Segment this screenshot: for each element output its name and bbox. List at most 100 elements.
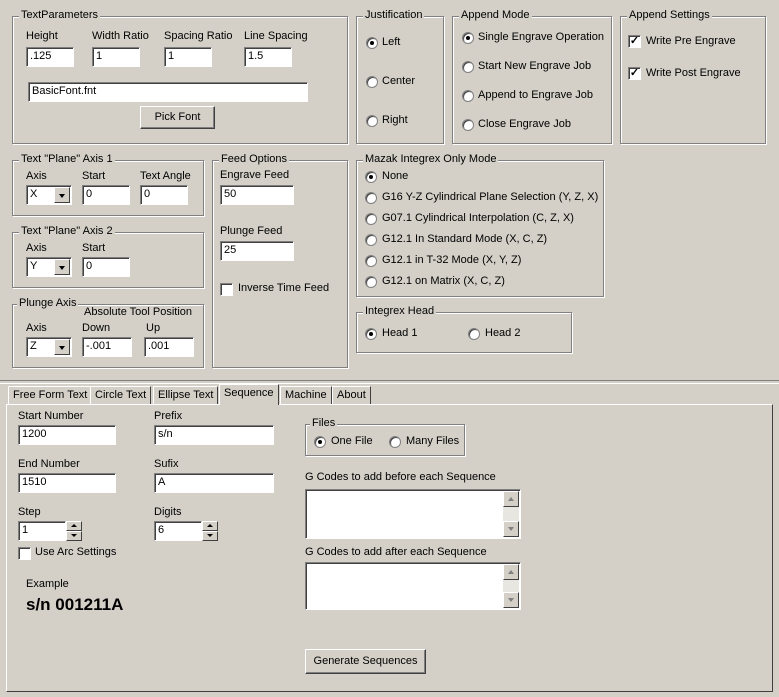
digits-input[interactable]: 6 <box>154 521 202 541</box>
axis1-axis-select[interactable]: X <box>26 185 72 205</box>
append-close-label: Close Engrave Job <box>478 118 571 130</box>
suffix-input[interactable]: A <box>154 473 274 493</box>
width-ratio-input[interactable]: 1 <box>92 47 140 67</box>
write-pre-checkbox[interactable]: ✓ <box>628 35 641 48</box>
axis1-angle-input[interactable]: 0 <box>140 185 188 205</box>
example-value: s/n 001211A <box>26 595 124 614</box>
spacing-ratio-input[interactable]: 1 <box>164 47 212 67</box>
head2-radio[interactable] <box>468 328 480 340</box>
inverse-time-checkbox[interactable] <box>220 283 233 296</box>
chevron-down-icon[interactable] <box>54 339 70 355</box>
append-start-new-radio[interactable] <box>462 61 474 73</box>
use-arc-checkbox[interactable] <box>18 547 31 560</box>
step-spinner[interactable] <box>66 521 82 541</box>
justify-center-radio[interactable] <box>366 76 378 88</box>
before-sequence-label: G Codes to add before each Sequence <box>305 471 496 483</box>
plunge-axis-label: Axis <box>26 322 47 334</box>
tab-about[interactable]: About <box>332 386 371 404</box>
append-close-radio[interactable] <box>462 119 474 131</box>
prefix-label: Prefix <box>154 410 183 422</box>
chevron-down-icon[interactable] <box>54 259 70 275</box>
before-sequence-textarea[interactable] <box>305 489 521 539</box>
up-label: Up <box>146 322 161 334</box>
axis2-title: Text "Plane" Axis 2 <box>19 225 115 237</box>
end-number-input[interactable]: 1510 <box>18 473 116 493</box>
justification-title: Justification <box>363 9 425 21</box>
tab-free-form-text[interactable]: Free Form Text <box>8 386 93 404</box>
tab-strip-divider <box>0 380 779 384</box>
axis2-axis-select[interactable]: Y <box>26 257 72 277</box>
scroll-up-icon[interactable] <box>503 491 519 507</box>
scroll-up-icon[interactable] <box>503 564 519 580</box>
up-input[interactable]: .001 <box>144 337 194 357</box>
mazak-g16-radio[interactable] <box>365 192 377 204</box>
pick-font-button[interactable]: Pick Font <box>140 106 215 129</box>
axis1-start-input[interactable]: 0 <box>82 185 130 205</box>
mazak-g121-standard-label: G12.1 In Standard Mode (X, C, Z) <box>382 233 548 245</box>
spin-up-icon[interactable] <box>202 521 218 531</box>
scroll-down-icon[interactable] <box>503 521 519 537</box>
append-single-radio[interactable] <box>462 32 474 44</box>
width-ratio-label: Width Ratio <box>92 30 149 42</box>
scroll-down-icon[interactable] <box>503 592 519 608</box>
font-file-input[interactable]: BasicFont.fnt <box>28 82 308 102</box>
one-file-radio[interactable] <box>314 436 326 448</box>
text-parameters-title: TextParameters <box>19 9 101 21</box>
justify-center-label: Center <box>382 75 416 87</box>
append-single-label: Single Engrave Operation <box>478 31 604 43</box>
spin-down-icon[interactable] <box>202 531 218 541</box>
inverse-time-label: Inverse Time Feed <box>238 282 330 294</box>
append-to-job-label: Append to Engrave Job <box>478 89 593 101</box>
mazak-none-radio[interactable] <box>365 171 377 183</box>
prefix-input[interactable]: s/n <box>154 425 274 445</box>
axis2-start-input[interactable]: 0 <box>82 257 130 277</box>
integrex-head-title: Integrex Head <box>363 305 437 317</box>
axis1-axis-value: X <box>30 188 38 200</box>
after-sequence-textarea[interactable] <box>305 562 521 610</box>
example-label: Example <box>26 578 69 590</box>
spin-up-icon[interactable] <box>66 521 82 531</box>
tab-machine[interactable]: Machine <box>280 386 332 404</box>
after-sequence-scrollbar[interactable] <box>503 564 519 608</box>
spacing-ratio-label: Spacing Ratio <box>164 30 233 42</box>
tab-sequence[interactable]: Sequence <box>219 384 279 405</box>
height-input[interactable]: .125 <box>26 47 74 67</box>
mazak-g121-t32-radio[interactable] <box>365 255 377 267</box>
mazak-g071-radio[interactable] <box>365 213 377 225</box>
line-spacing-input[interactable]: 1.5 <box>244 47 292 67</box>
before-sequence-scrollbar[interactable] <box>503 491 519 537</box>
plunge-axis-select[interactable]: Z <box>26 337 72 357</box>
line-spacing-label: Line Spacing <box>244 30 308 42</box>
step-input[interactable]: 1 <box>18 521 66 541</box>
tab-circle-text[interactable]: Circle Text <box>90 386 152 404</box>
many-files-label: Many Files <box>406 435 460 447</box>
append-settings-title: Append Settings <box>627 9 712 21</box>
tab-ellipse-text[interactable]: Ellipse Text <box>153 386 219 404</box>
chevron-down-icon[interactable] <box>54 187 70 203</box>
append-to-job-radio[interactable] <box>462 90 474 102</box>
many-files-radio[interactable] <box>389 436 401 448</box>
height-label: Height <box>26 30 58 42</box>
head1-label: Head 1 <box>382 327 418 339</box>
append-mode-title: Append Mode <box>459 9 532 21</box>
head1-radio[interactable] <box>365 328 377 340</box>
write-post-checkbox[interactable]: ✓ <box>628 67 641 80</box>
one-file-label: One File <box>331 435 373 447</box>
justify-right-radio[interactable] <box>366 115 378 127</box>
engrave-feed-input[interactable]: 50 <box>220 185 294 205</box>
mazak-g121-matrix-radio[interactable] <box>365 276 377 288</box>
plunge-feed-input[interactable]: 25 <box>220 241 294 261</box>
plunge-feed-label: Plunge Feed <box>220 225 283 237</box>
plunge-axis-title: Plunge Axis <box>17 297 79 309</box>
mazak-g121-standard-radio[interactable] <box>365 234 377 246</box>
down-input[interactable]: -.001 <box>82 337 132 357</box>
write-pre-label: Write Pre Engrave <box>646 35 736 47</box>
digits-spinner[interactable] <box>202 521 218 541</box>
head2-label: Head 2 <box>485 327 521 339</box>
generate-sequences-button[interactable]: Generate Sequences <box>305 649 426 674</box>
mazak-g16-label: G16 Y-Z Cylindrical Plane Selection (Y, … <box>382 191 599 203</box>
justify-left-radio[interactable] <box>366 37 378 49</box>
spin-down-icon[interactable] <box>66 531 82 541</box>
axis1-axis-label: Axis <box>26 170 47 182</box>
start-number-input[interactable]: 1200 <box>18 425 116 445</box>
